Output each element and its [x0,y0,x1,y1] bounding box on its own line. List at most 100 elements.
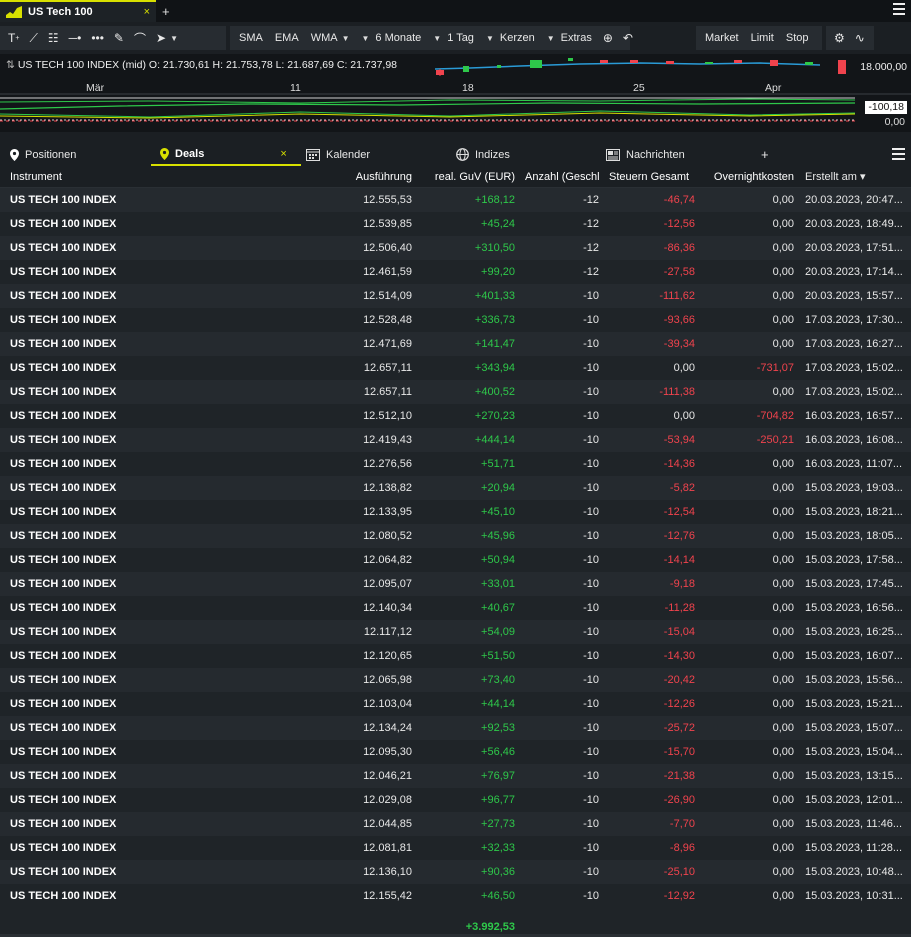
price-chart[interactable]: ⇅ US TECH 100 INDEX (mid) O: 21.730,61 H:… [0,54,911,132]
table-row[interactable]: US TECH 100 INDEX 12.140,34 +40,67 -10 -11,2… [0,596,911,620]
tab-deals[interactable]: Deals × [151,143,301,166]
extras-dropdown[interactable]: ▼ Extras [542,27,597,49]
stop-order-button[interactable]: Stop [781,27,814,49]
table-row[interactable]: US TECH 100 INDEX 12.471,69 +141,47 -10 -39,… [0,332,911,356]
pencil-tool-icon[interactable]: ✎ [110,27,128,49]
wma-button[interactable]: WMA ▼ [306,27,355,49]
chart-settings-icon[interactable]: ⇅ [6,59,15,71]
zoom-icon[interactable]: ⊕ [599,27,617,49]
cell-real-guv: +400,52 [474,386,515,398]
table-row[interactable]: US TECH 100 INDEX 12.136,10 +90,36 -10 -25,1… [0,860,911,884]
tab-nachrichten[interactable]: Nachrichten [606,143,685,166]
curve-tool-icon[interactable]: ⌒ [130,27,150,49]
table-row[interactable]: US TECH 100 INDEX 12.461,59 +99,20 -12 -27,5… [0,260,911,284]
dotted-line-icon[interactable]: ••• [87,27,108,49]
interval-label: 1 Tag [447,32,474,44]
cell-anzahl: -10 [583,386,599,398]
table-row[interactable]: US TECH 100 INDEX 12.512,10 +270,23 -10 0,00… [0,404,911,428]
table-row[interactable]: US TECH 100 INDEX 12.095,07 +33,01 -10 -9,18… [0,572,911,596]
cell-ausfuehrung: 12.120,65 [363,650,412,662]
header-instrument[interactable]: Instrument [0,171,340,183]
cell-instrument: US TECH 100 INDEX [10,530,117,542]
cursor-tool-icon[interactable]: ➤ ▼ [152,27,182,49]
chart-tab-us-tech-100[interactable]: US Tech 100 × [0,0,156,22]
table-row[interactable]: US TECH 100 INDEX 12.539,85 +45,24 -12 -12,5… [0,212,911,236]
header-erstellt-am[interactable]: Erstellt am ▾ [794,170,911,183]
chart-settings: ⚙ ∿ [826,26,874,50]
cell-steuern: -11,28 [664,602,695,614]
tab-kalender[interactable]: Kalender [306,143,370,166]
chart-tab-label: US Tech 100 [28,6,93,18]
close-tab-icon[interactable]: × [144,6,150,18]
table-row[interactable]: US TECH 100 INDEX 12.064,82 +50,94 -10 -14,1… [0,548,911,572]
cell-real-guv: +270,23 [474,410,515,422]
sma-button[interactable]: SMA [234,27,268,49]
table-row[interactable]: US TECH 100 INDEX 12.506,40 +310,50 -12 -86,… [0,236,911,260]
add-panel-tab-button[interactable]: + [761,143,769,166]
ema-button[interactable]: EMA [270,27,304,49]
period-dropdown[interactable]: ▼ 6 Monate [357,27,427,49]
cell-steuern: -15,70 [663,746,695,758]
header-overnightkosten[interactable]: Overnightkosten [695,171,794,183]
settings-icon[interactable]: ⚙ [830,27,849,49]
chart-area-icon [6,6,22,18]
table-row[interactable]: US TECH 100 INDEX 12.555,53 +168,12 -12 -46,… [0,188,911,212]
header-ausfuehrung[interactable]: Ausführung [340,171,412,183]
header-anzahl[interactable]: Anzahl (Geschl [515,171,599,183]
cell-anzahl: -10 [583,554,599,566]
panel-menu-icon[interactable] [892,148,905,160]
header-real-guv[interactable]: real. GuV (EUR) [412,171,515,183]
table-row[interactable]: US TECH 100 INDEX 12.120,65 +51,50 -10 -14,3… [0,644,911,668]
signal-icon[interactable]: ∿ [851,27,869,49]
table-row[interactable]: US TECH 100 INDEX 12.134,24 +92,53 -10 -25,7… [0,716,911,740]
limit-order-button[interactable]: Limit [746,27,779,49]
table-row[interactable]: US TECH 100 INDEX 12.065,98 +73,40 -10 -20,4… [0,668,911,692]
table-row[interactable]: US TECH 100 INDEX 12.514,09 +401,33 -10 -111… [0,284,911,308]
table-row[interactable]: US TECH 100 INDEX 12.419,43 +444,14 -10 -53,… [0,428,911,452]
cell-overnightkosten: 0,00 [772,338,794,350]
table-row[interactable]: US TECH 100 INDEX 12.657,11 +400,52 -10 -111… [0,380,911,404]
cell-instrument: US TECH 100 INDEX [10,362,117,374]
table-row[interactable]: US TECH 100 INDEX 12.044,85 +27,73 -10 -7,70… [0,812,911,836]
cell-ausfuehrung: 12.657,11 [363,386,412,398]
table-row[interactable]: US TECH 100 INDEX 12.095,30 +56,46 -10 -15,7… [0,740,911,764]
date-label-11: 11 [290,82,301,94]
cell-erstellt-am: 15.03.2023, 15:04... [805,746,903,758]
tab-positionen[interactable]: Positionen [10,143,76,166]
table-row[interactable]: US TECH 100 INDEX 12.138,82 +20,94 -10 -5,82… [0,476,911,500]
cell-overnightkosten: 0,00 [772,218,794,230]
market-order-button[interactable]: Market [700,27,744,49]
table-row[interactable]: US TECH 100 INDEX 12.081,81 +32,33 -10 -8,96… [0,836,911,860]
interval-dropdown[interactable]: ▼ 1 Tag [428,27,479,49]
table-row[interactable]: US TECH 100 INDEX 12.080,52 +45,96 -10 -12,7… [0,524,911,548]
deals-table: Instrument Ausführung real. GuV (EUR) An… [0,166,911,908]
table-row[interactable]: US TECH 100 INDEX 12.046,21 +76,97 -10 -21,3… [0,764,911,788]
table-header: Instrument Ausführung real. GuV (EUR) An… [0,166,911,188]
table-row[interactable]: US TECH 100 INDEX 12.029,08 +96,77 -10 -26,9… [0,788,911,812]
wma-label: WMA [310,32,338,44]
close-deals-tab-icon[interactable]: × [280,148,286,160]
header-steuern[interactable]: Steuern Gesamt [599,171,695,183]
cell-steuern: 0,00 [673,362,695,374]
trendline-tool-icon[interactable]: ⟋ [25,27,41,49]
table-row[interactable]: US TECH 100 INDEX 12.133,95 +45,10 -10 -12,5… [0,500,911,524]
tab-indizes[interactable]: Indizes [456,143,510,166]
table-row[interactable]: US TECH 100 INDEX 12.103,04 +44,14 -10 -12,2… [0,692,911,716]
horizontal-line-icon[interactable]: ─• [65,27,86,49]
table-row[interactable]: US TECH 100 INDEX 12.117,12 +54,09 -10 -15,0… [0,620,911,644]
cell-instrument: US TECH 100 INDEX [10,290,117,302]
table-row[interactable]: US TECH 100 INDEX 12.657,11 +343,94 -10 0,00… [0,356,911,380]
cell-ausfuehrung: 12.555,53 [363,194,412,206]
cell-steuern: -53,94 [663,434,695,446]
main-menu-icon[interactable] [893,3,905,15]
add-chart-tab-button[interactable]: + [162,4,170,19]
table-row[interactable]: US TECH 100 INDEX 12.528,48 +336,73 -10 -93,… [0,308,911,332]
chart-type-dropdown[interactable]: ▼ Kerzen [481,27,540,49]
cell-real-guv: +20,94 [481,482,515,494]
fibonacci-tool-icon[interactable]: ☷ [44,27,63,49]
table-row[interactable]: US TECH 100 INDEX 12.276,56 +51,71 -10 -14,3… [0,452,911,476]
undo-icon[interactable]: ↶ [619,27,637,49]
text-tool-icon[interactable]: T + [4,27,23,49]
table-row[interactable]: US TECH 100 INDEX 12.155,42 +46,50 -10 -12,9… [0,884,911,908]
cell-steuern: -7,70 [669,818,695,830]
